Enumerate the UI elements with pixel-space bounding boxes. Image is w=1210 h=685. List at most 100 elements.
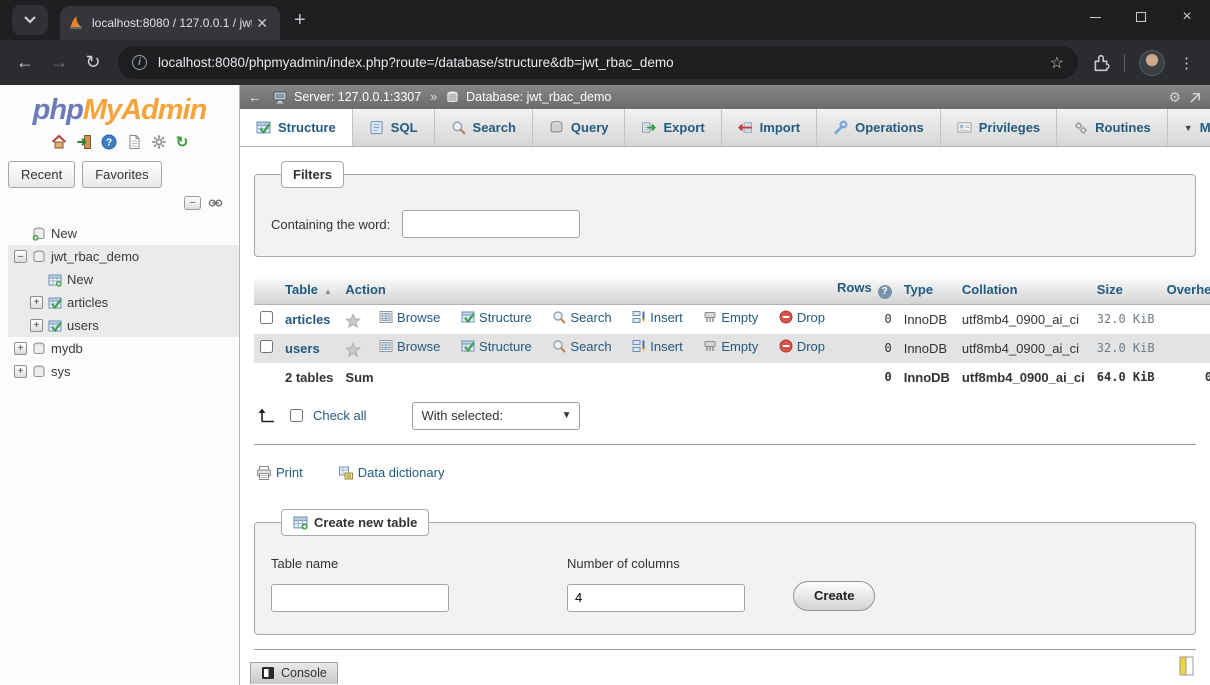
operations-wrench-icon [833,120,848,135]
bookmark-star-icon[interactable]: ☆ [1050,53,1064,73]
collapse-all-button[interactable]: – [184,196,201,210]
drop-link[interactable]: Drop [779,310,825,325]
browser-menu-button[interactable]: ⋮ [1179,54,1194,72]
browse-link[interactable]: Browse [379,310,440,325]
col-collation[interactable]: Collation [956,275,1091,304]
link-with-main-icon[interactable] [208,198,223,208]
tab-operations[interactable]: Operations [817,109,941,146]
create-table-panel: Create new table Table name Number of co… [254,509,1196,635]
open-new-window-icon[interactable] [1179,656,1194,681]
address-bar[interactable]: i localhost:8080/phpmyadmin/index.php?ro… [118,46,1078,79]
favorites-button[interactable]: Favorites [82,161,161,188]
table-name-input[interactable] [271,584,449,612]
print-link[interactable]: Print [256,465,303,481]
expand-node-icon[interactable]: + [14,342,27,355]
browser-tab[interactable]: localhost:8080 / 127.0.0.1 / jwt_ ✕ [60,6,280,40]
kebab-menu-icon: ⋮ [1179,55,1194,72]
empty-link[interactable]: Empty [703,310,758,325]
row-checkbox[interactable] [260,311,273,324]
expand-node-icon[interactable]: + [30,296,43,309]
expand-node-icon[interactable]: + [30,319,43,332]
tab-import[interactable]: Import [722,109,817,146]
drop-link[interactable]: Drop [779,339,825,354]
tab-structure[interactable]: Structure [240,109,353,146]
tree-item-articles[interactable]: + articles [8,291,239,314]
with-selected-dropdown[interactable]: With selected: ▼ [412,402,580,430]
home-icon[interactable] [51,134,67,150]
tree-item-new-table[interactable]: New [8,268,239,291]
console-toggle[interactable]: Console [250,662,338,684]
col-action: Action [339,275,831,304]
breadcrumb-server[interactable]: Server: 127.0.0.1:3307 [294,90,421,104]
documentation-icon[interactable] [126,134,142,150]
overhead-value: - [1161,304,1210,334]
col-size[interactable]: Size [1091,275,1161,304]
col-type[interactable]: Type [898,275,956,304]
reload-button[interactable]: ↻ [76,46,110,80]
page-settings-icon[interactable]: ⚙ [1168,89,1181,106]
col-overhead[interactable]: Overhead [1161,275,1210,304]
empty-link[interactable]: Empty [703,339,758,354]
expand-node-icon[interactable]: + [14,365,27,378]
check-all-link[interactable]: Check all [313,408,366,423]
new-tab-button[interactable]: + [294,9,306,32]
breadcrumb-database[interactable]: Database: jwt_rbac_demo [466,90,611,104]
row-checkbox[interactable] [260,340,273,353]
rows-help-icon[interactable]: ? [878,285,892,299]
check-all-checkbox[interactable] [290,409,303,422]
tree-group-jwt-rbac-demo: – jwt_rbac_demo New + articles + [8,245,239,337]
table-name-link[interactable]: users [285,341,320,356]
tab-routines[interactable]: Routines [1057,109,1168,146]
close-button[interactable]: × [1164,0,1210,34]
structure-icon [461,310,475,324]
tab-sql[interactable]: SQL [353,109,435,146]
breadcrumb: ← Server: 127.0.0.1:3307 » Database: jwt… [240,85,1210,109]
recent-button[interactable]: Recent [8,161,75,188]
filter-word-input[interactable] [402,210,580,238]
tab-close-icon[interactable]: ✕ [252,15,272,32]
favorite-star-icon[interactable] [345,342,361,358]
help-icon[interactable]: ? [101,134,117,150]
scroll-top-icon[interactable] [1189,91,1202,104]
data-dictionary-link[interactable]: Data dictionary [338,465,445,481]
logout-icon[interactable] [76,134,92,150]
phpmyadmin-logo[interactable]: phpMyAdmin [0,85,239,129]
maximize-button[interactable] [1118,0,1164,34]
tree-item-new-database[interactable]: New [8,222,239,245]
forward-button[interactable]: → [42,46,76,80]
extensions-button[interactable] [1092,54,1110,72]
create-button[interactable]: Create [793,581,875,611]
sql-icon [369,120,384,135]
profile-avatar[interactable] [1139,50,1165,76]
reload-navigation-icon[interactable]: ↻ [176,135,189,150]
structure-link[interactable]: Structure [461,339,532,354]
database-icon [446,91,459,104]
url-text[interactable]: localhost:8080/phpmyadmin/index.php?rout… [158,55,1042,70]
collapse-sidebar-arrow[interactable]: ← [248,89,262,105]
tree-item-users[interactable]: + users [8,314,239,337]
tab-query[interactable]: Query [533,109,626,146]
table-name-link[interactable]: articles [285,312,331,327]
insert-link[interactable]: Insert [632,310,683,325]
tab-search[interactable]: Search [435,109,533,146]
favorite-star-icon[interactable] [345,313,361,329]
search-link[interactable]: Search [552,339,611,354]
tab-privileges[interactable]: Privileges [941,109,1057,146]
collapse-node-icon[interactable]: – [14,250,27,263]
tab-search-button[interactable] [12,5,48,35]
back-button[interactable]: ← [8,46,42,80]
tab-export[interactable]: Export [625,109,721,146]
site-info-icon[interactable]: i [132,55,147,70]
settings-gear-icon[interactable] [151,134,167,150]
columns-count-input[interactable] [567,584,745,612]
insert-link[interactable]: Insert [632,339,683,354]
minimize-button[interactable] [1072,0,1118,34]
tree-item-jwt-rbac-demo[interactable]: – jwt_rbac_demo [8,245,239,268]
new-table-icon [293,515,308,530]
tab-more[interactable]: ▼ More [1168,109,1210,146]
tree-item-sys[interactable]: + sys [8,360,239,383]
browse-link[interactable]: Browse [379,339,440,354]
tree-item-mydb[interactable]: + mydb [8,337,239,360]
structure-link[interactable]: Structure [461,310,532,325]
search-link[interactable]: Search [552,310,611,325]
